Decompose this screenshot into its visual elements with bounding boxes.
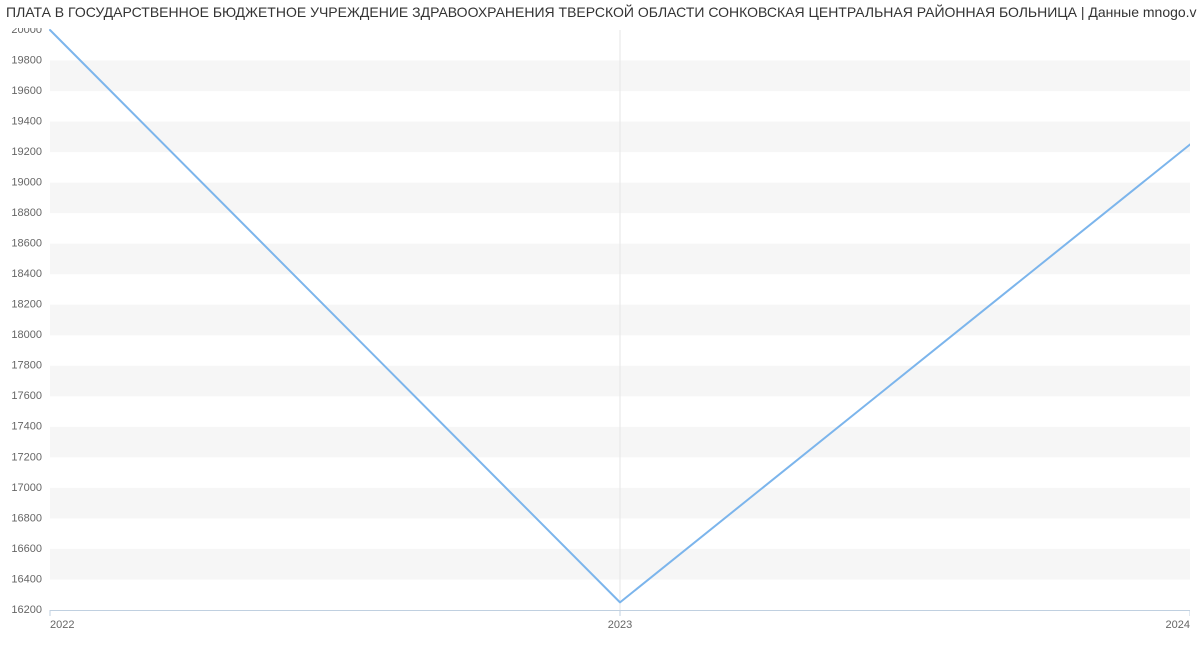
chart-container: ПЛАТА В ГОСУДАРСТВЕННОЕ БЮДЖЕТНОЕ УЧРЕЖД…	[0, 0, 1200, 650]
y-tick-label: 16400	[11, 573, 42, 585]
y-tick-label: 19200	[11, 146, 42, 158]
y-tick-label: 18000	[11, 329, 42, 341]
x-tick-label: 2023	[608, 619, 632, 631]
y-tick-label: 19400	[11, 115, 42, 127]
chart-title: ПЛАТА В ГОСУДАРСТВЕННОЕ БЮДЖЕТНОЕ УЧРЕЖД…	[0, 4, 1200, 20]
y-tick-label: 17200	[11, 451, 42, 463]
chart-plot-area: 1620016400166001680017000172001740017600…	[2, 28, 1190, 608]
y-tick-label: 20000	[11, 28, 42, 36]
y-tick-label: 16200	[11, 604, 42, 616]
y-tick-label: 17000	[11, 482, 42, 494]
y-tick-label: 17400	[11, 421, 42, 433]
y-tick-label: 16600	[11, 543, 42, 555]
y-tick-label: 17800	[11, 360, 42, 372]
y-tick-label: 18400	[11, 268, 42, 280]
y-tick-label: 18800	[11, 207, 42, 219]
y-tick-label: 19800	[11, 54, 42, 66]
x-tick-label: 2024	[1166, 619, 1190, 631]
y-tick-label: 18200	[11, 299, 42, 311]
chart-svg: 16200 16400 16600 16800 17000 17200 17400 17600…	[2, 28, 1190, 640]
y-tick-label: 18600	[11, 238, 42, 250]
y-tick-label: 19600	[11, 85, 42, 97]
y-tick-label: 17600	[11, 390, 42, 402]
x-tick-label: 2022	[50, 619, 74, 631]
y-tick-label: 19000	[11, 177, 42, 189]
y-tick-label: 16800	[11, 512, 42, 524]
